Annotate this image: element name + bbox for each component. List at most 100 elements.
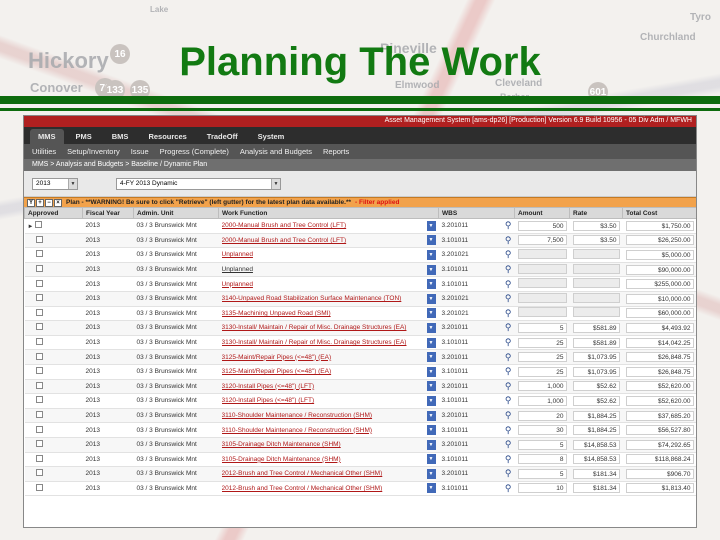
work-function-link[interactable]: 3110-Shoulder Maintenance / Reconstructi… <box>222 427 427 434</box>
chevron-down-icon[interactable]: ▼ <box>426 249 436 260</box>
chevron-down-icon[interactable]: ▼ <box>426 322 436 333</box>
nav-tab-system[interactable]: System <box>250 129 293 144</box>
total-cost-input[interactable]: $56,527.80 <box>625 425 694 436</box>
amount-input[interactable]: 500 <box>517 220 567 231</box>
table-row[interactable]: 2013 03 / 3 Brunswick Mnt 3120-Install Pip… <box>24 393 696 409</box>
subnav-progress[interactable]: Progress (Complete) <box>160 147 229 156</box>
table-row[interactable]: 2013 03 / 3 Brunswick Mnt Unplanned ▼ 3.1010… <box>24 262 696 278</box>
table-row[interactable]: 2013 03 / 3 Brunswick Mnt 3130-Install/ Ma… <box>24 320 696 336</box>
work-function-link[interactable]: 3105-Drainage Ditch Maintenance (SHM) <box>222 441 427 448</box>
chevron-down-icon[interactable]: ▼ <box>426 264 436 275</box>
chevron-down-icon[interactable]: ▼ <box>426 468 436 479</box>
rate-input[interactable]: $581.89 <box>572 322 620 333</box>
rate-input[interactable] <box>572 263 620 274</box>
rate-input[interactable]: $1,073.95 <box>572 366 620 377</box>
subnav-reports[interactable]: Reports <box>323 147 349 156</box>
approved-checkbox[interactable] <box>36 352 44 360</box>
work-function-link[interactable]: 2012-Brush and Tree Control / Mechanical… <box>222 485 427 492</box>
total-cost-input[interactable]: $118,868.24 <box>625 454 694 465</box>
rate-input[interactable]: $14,858.53 <box>572 454 620 465</box>
table-row[interactable]: 2013 03 / 3 Brunswick Mnt 3140-Unpaved Roa… <box>24 291 696 307</box>
work-function-link[interactable]: 3105-Drainage Ditch Maintenance (SHM) <box>222 456 427 463</box>
table-row[interactable]: 2013 03 / 3 Brunswick Mnt Unplanned ▼ 3.1010… <box>24 276 696 292</box>
col-total-cost[interactable]: Total Cost <box>622 207 696 219</box>
table-row[interactable]: ► 2013 03 / 3 Brunswick Mnt 2000-Manual Br… <box>24 218 696 234</box>
chevron-down-icon[interactable]: ▼ <box>426 337 436 348</box>
amount-input[interactable] <box>517 248 567 259</box>
rate-input[interactable]: $3.50 <box>572 235 620 246</box>
total-cost-input[interactable]: $255,000.00 <box>625 279 694 290</box>
search-icon[interactable]: ⚲ <box>505 352 512 363</box>
table-row[interactable]: 2013 03 / 3 Brunswick Mnt 3110-Shoulder Ma… <box>24 422 696 438</box>
chevron-down-icon[interactable]: ▼ <box>426 410 436 421</box>
total-cost-input[interactable]: $26,848.75 <box>625 366 694 377</box>
search-icon[interactable]: ⚲ <box>505 483 512 494</box>
subnav-issue[interactable]: Issue <box>131 147 149 156</box>
approved-checkbox[interactable] <box>35 221 43 229</box>
amount-input[interactable]: 5 <box>517 322 567 333</box>
table-row[interactable]: 2013 03 / 3 Brunswick Mnt 3110-Shoulder Ma… <box>24 408 696 424</box>
work-function-link[interactable]: 3125-Maint/Repair Pipes (<=48") (EA) <box>222 354 427 361</box>
work-function-link[interactable]: 2000-Manual Brush and Tree Control (LFT) <box>222 237 427 244</box>
amount-input[interactable]: 8 <box>517 454 567 465</box>
rate-input[interactable]: $181.34 <box>572 483 620 494</box>
table-row[interactable]: 2013 03 / 3 Brunswick Mnt 3105-Drainage Di… <box>24 452 696 468</box>
total-cost-input[interactable]: $26,250.00 <box>625 235 694 246</box>
approved-checkbox[interactable] <box>36 396 44 404</box>
table-row[interactable]: 2013 03 / 3 Brunswick Mnt Unplanned ▼ 3.2010… <box>24 247 696 263</box>
chevron-down-icon[interactable]: ▼ <box>426 366 436 377</box>
table-row[interactable]: 2013 03 / 3 Brunswick Mnt 2012-Brush and T… <box>24 481 696 497</box>
work-function-link[interactable]: 3135-Machining Unpaved Road (SMI) <box>222 310 427 317</box>
search-icon[interactable]: ⚲ <box>505 410 512 421</box>
approved-checkbox[interactable] <box>36 469 44 477</box>
work-function-link[interactable]: Unplanned <box>222 281 427 288</box>
delete-row-button[interactable]: × <box>54 198 62 207</box>
add-row-button[interactable]: + <box>36 198 44 207</box>
remove-row-button[interactable]: − <box>45 198 53 207</box>
search-icon[interactable]: ⚲ <box>505 235 512 246</box>
amount-input[interactable]: 1,000 <box>517 395 567 406</box>
amount-input[interactable]: 25 <box>517 352 567 363</box>
search-icon[interactable]: ⚲ <box>505 425 512 436</box>
rate-input[interactable] <box>572 292 620 303</box>
rate-input[interactable]: $52.62 <box>572 395 620 406</box>
search-icon[interactable]: ⚲ <box>505 279 512 290</box>
plan-select[interactable]: 4-FY 2013 Dynamic ▼ <box>116 177 281 190</box>
rate-input[interactable]: $52.62 <box>572 381 620 392</box>
search-icon[interactable]: ⚲ <box>505 439 512 450</box>
table-row[interactable]: 2013 03 / 3 Brunswick Mnt 3130-Install/ Ma… <box>24 335 696 351</box>
total-cost-input[interactable]: $52,620.00 <box>625 395 694 406</box>
approved-checkbox[interactable] <box>36 308 44 316</box>
nav-tab-pms[interactable]: PMS <box>68 129 100 144</box>
work-function-link[interactable]: 3140-Unpaved Road Stabilization Surface … <box>222 295 427 302</box>
table-row[interactable]: 2013 03 / 3 Brunswick Mnt 3125-Maint/Repai… <box>24 349 696 365</box>
subnav-setup-inventory[interactable]: Setup/Inventory <box>67 147 120 156</box>
amount-input[interactable]: 1,000 <box>517 381 567 392</box>
total-cost-input[interactable]: $906.70 <box>625 468 694 479</box>
search-icon[interactable]: ⚲ <box>505 366 512 377</box>
plan-toggle-button[interactable]: Y <box>27 198 35 207</box>
search-icon[interactable]: ⚲ <box>505 308 512 319</box>
col-amount[interactable]: Amount <box>514 207 570 219</box>
chevron-down-icon[interactable]: ▼ <box>426 279 436 290</box>
amount-input[interactable]: 25 <box>517 366 567 377</box>
chevron-down-icon[interactable]: ▼ <box>426 454 436 465</box>
rate-input[interactable]: $14,858.53 <box>572 439 620 450</box>
col-work-function[interactable]: Work Function <box>218 207 439 219</box>
total-cost-input[interactable]: $37,685.20 <box>625 410 694 421</box>
search-icon[interactable]: ⚲ <box>505 337 512 348</box>
rate-input[interactable] <box>572 307 620 318</box>
rate-input[interactable]: $181.34 <box>572 468 620 479</box>
chevron-down-icon[interactable]: ▼ <box>426 308 436 319</box>
work-function-link[interactable]: 2012-Brush and Tree Control / Mechanical… <box>222 470 427 477</box>
chevron-down-icon[interactable]: ▼ <box>426 381 436 392</box>
rate-input[interactable]: $3.50 <box>572 220 620 231</box>
chevron-down-icon[interactable]: ▼ <box>426 425 436 436</box>
approved-checkbox[interactable] <box>36 323 44 331</box>
chevron-down-icon[interactable]: ▼ <box>426 235 436 246</box>
total-cost-input[interactable]: $26,848.75 <box>625 352 694 363</box>
nav-tab-resources[interactable]: Resources <box>140 129 194 144</box>
chevron-down-icon[interactable]: ▼ <box>426 293 436 304</box>
approved-checkbox[interactable] <box>36 454 44 462</box>
approved-checkbox[interactable] <box>36 411 44 419</box>
